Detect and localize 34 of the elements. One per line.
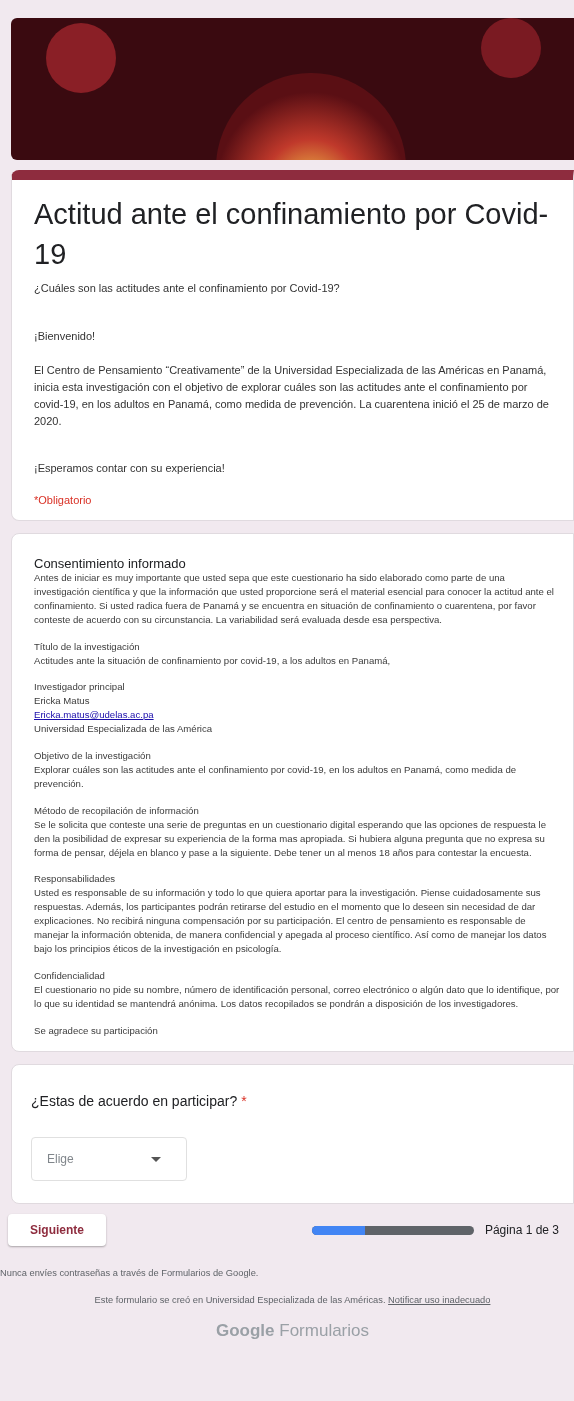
consent-text: Confidencialidad: [34, 968, 106, 983]
caret-icon: [151, 1156, 161, 1162]
description-paragraph: El Centro de Pensamiento “Creativamente” de la Universidad Especializada de las Américas en Panamá, inicia esta investigación con el objetivo de explorar cuáles son las actitudes ante el confinamiento por covid-19, en los adultos en Panamá, como medida de prevención. La cuarentena inició el 25 de marzo de 2020.: [34, 363, 550, 429]
description-paragraph: ¡Bienvenido!: [34, 329, 97, 344]
consent-text: Universidad Especializada de las América: [34, 722, 214, 737]
choice-dropdown[interactable]: Elige: [31, 1137, 187, 1182]
section-title: Consentimiento informado: [34, 556, 187, 571]
email-link[interactable]: Ericka.matus@udelas.ac.pa: [34, 708, 154, 723]
consent-text: Actitudes ante la situación de confinamiento por covid-19, a los adultos en Panamá,: [34, 653, 392, 668]
product-name: Formularios: [279, 1321, 369, 1341]
question-label: ¿Estas de acuerdo en participar?: [31, 1093, 238, 1110]
page-indicator: Página 1 de 3: [484, 1223, 559, 1238]
consent-text: Antes de iniciar es muy importante que usted sepa que este cuestionario ha sido elaborado como parte de una investigación científica y que la información que usted proporcione será el material esencial para conocer la actitud ante el confinamiento. Si usted radica fuera de Panamá y se encuentra en situación de confinamiento o cuarentena, por favor conteste de acuerdo con su circunstancia. La variabilidad será evaluada desde esa perspectiva.: [34, 571, 555, 627]
consent-text: Se agradece su participación: [34, 1023, 159, 1038]
created-note: Este formulario se creó en Universidad Especializada de las Américas.: [94, 1295, 386, 1306]
consent-text: Investigador principal: [34, 680, 126, 695]
required-mark: *: [241, 1093, 247, 1110]
consent-text: Explorar cuáles son las actitudes ante el confinamiento por covid-19, en los adultos en Panamá, como medida de prevención.: [34, 762, 518, 791]
description-paragraph: ¡Esperamos contar con su experiencia!: [34, 461, 226, 476]
consent-text: Se le solicita que conteste una serie de preguntas en un cuestionario digital esperando que las opciones de respuesta le den la posibilidad de expresar su experiencia de la forma mas apropiada. Si hubiera alguna pregunta que no expresa su forma de pensar, déjela en blanco y pase a la siguiente. Debe tener un al menos 18 años para contestar la encuesta.: [34, 817, 547, 860]
required-note: *Obligatorio: [34, 494, 93, 506]
password-notice: Nunca envíes contraseñas a través de Formularios de Google.: [0, 1268, 260, 1279]
form-subtitle: ¿Cuáles son las actitudes ante el confinamiento por Covid-19?: [34, 282, 341, 294]
report-link[interactable]: Notificar uso inadecuado: [388, 1295, 491, 1306]
consent-text: Ericka Matus: [34, 694, 91, 709]
form-title: Actitud ante el confinamiento por Covid-19: [34, 197, 550, 272]
consent-text: Título de la investigación: [34, 639, 141, 654]
consent-text: Método de recopilación de información: [34, 803, 200, 818]
consent-text: Objetivo de la investigación: [34, 749, 152, 763]
consent-text: Responsabilidades: [34, 872, 117, 887]
next-button[interactable]: Siguiente: [8, 1214, 106, 1247]
brand-logo: Google: [215, 1321, 275, 1341]
consent-text: Usted es responsable de su información y todo lo que quiera aportar para la investigación. Piense cuidadosamente sus respuestas. Además, los participantes podrán retirarse del estudio en el momento que lo deseen sin necesidad de dar explicaciones. No recibirá ninguna compensación por su participación. El centro de pensamiento es responsable de manejar la información obtenida, de manera confidencial y apegada al proceso científico. Así como de manejar los datos bajo los principios éticos de la investigación en psicología.: [34, 886, 548, 956]
consent-text: El cuestionario no pide su nombre, número de identificación personal, correo electrónico o algún dato que lo identifique, por lo que su identidad se mantendrá anónima. Los datos recopilados se pondrán a disposición de los investigadores.: [34, 982, 561, 1011]
